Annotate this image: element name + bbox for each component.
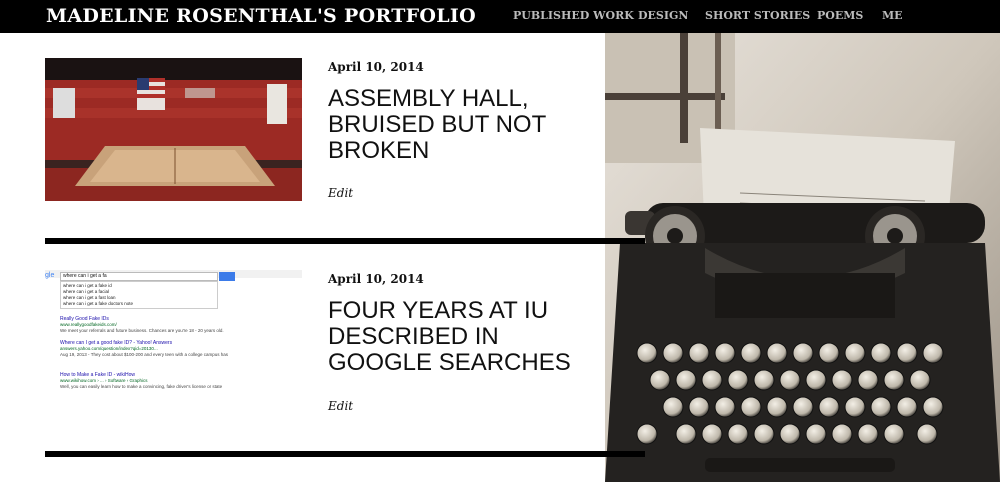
main-nav: PUBLISHED WORK DESIGN SHORT STORIES POEM… (0, 9, 1000, 25)
post-four-years-iu: gle where can i get a fa where can i get… (45, 270, 605, 420)
top-bar: MADELINE ROSENTHAL'S PORTFOLIO PUBLISHED… (0, 0, 1000, 33)
nav-published-work[interactable]: PUBLISHED WORK (513, 9, 634, 22)
post-thumbnail-google-search[interactable]: gle where can i get a fa where can i get… (45, 270, 302, 413)
autocomplete-list: where can i get a fake id where can i ge… (60, 281, 218, 309)
search-box: where can i get a fa (60, 272, 218, 281)
post-divider (45, 238, 645, 244)
post-divider (45, 451, 645, 457)
google-logo: gle (45, 272, 55, 279)
nav-poems[interactable]: POEMS (817, 9, 863, 22)
nav-short-stories[interactable]: SHORT STORIES (705, 9, 810, 22)
nav-design[interactable]: DESIGN (638, 9, 688, 22)
search-results: Really Good Fake IDs www.reallygoodfakei… (60, 316, 229, 389)
post-date: April 10, 2014 (328, 272, 424, 286)
edit-link[interactable]: Edit (328, 186, 353, 200)
post-assembly-hall: April 10, 2014 ASSEMBLY HALL, BRUISED BU… (45, 58, 605, 208)
post-date: April 10, 2014 (328, 60, 424, 74)
edit-link[interactable]: Edit (328, 399, 353, 413)
nav-me[interactable]: ME (882, 9, 903, 22)
post-title-link[interactable]: ASSEMBLY HALL, BRUISED BUT NOT BROKEN (328, 86, 608, 164)
post-title-link[interactable]: FOUR YEARS AT IU DESCRIBED IN GOOGLE SEA… (328, 298, 608, 376)
post-thumbnail-arena[interactable] (45, 58, 302, 201)
typewriter-photo (605, 33, 1000, 482)
search-icon (219, 272, 235, 281)
